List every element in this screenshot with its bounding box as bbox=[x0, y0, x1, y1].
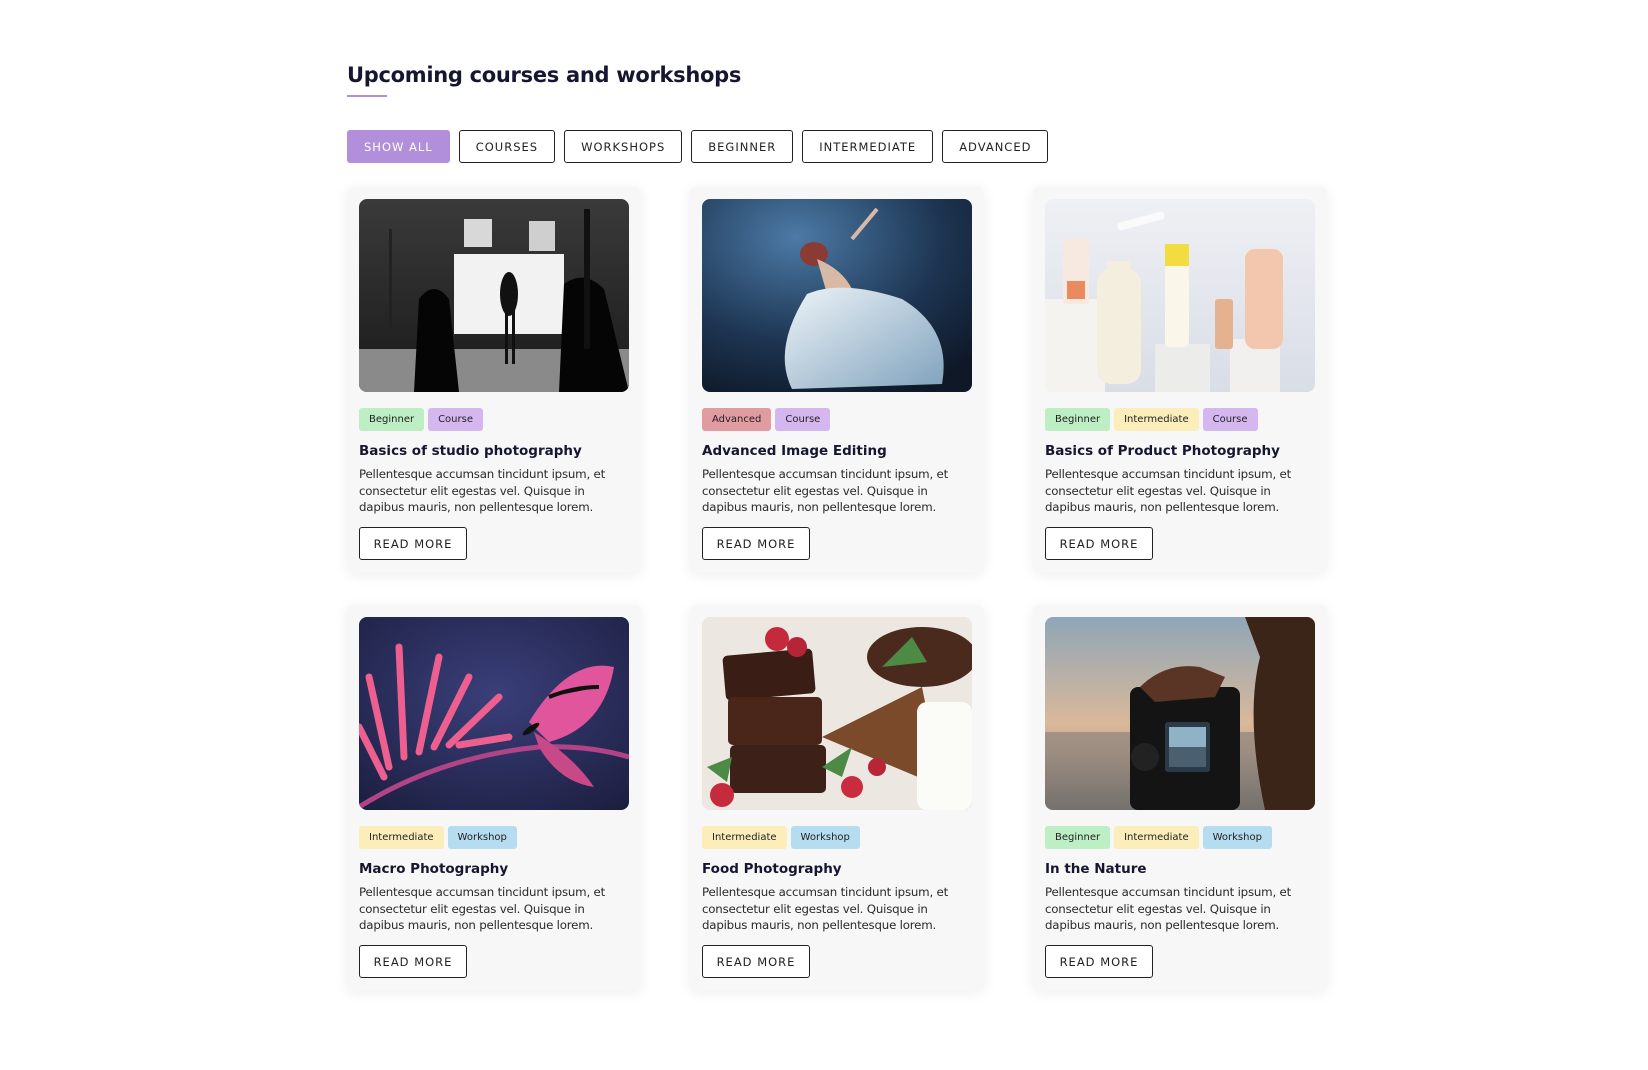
card-description: Pellentesque accumsan tincidunt ipsum, e… bbox=[1045, 885, 1292, 932]
tag-list: Beginner Course bbox=[359, 408, 629, 431]
filter-workshops-button[interactable]: WORKSHOPS bbox=[564, 130, 683, 163]
section-heading: Upcoming courses and workshops bbox=[347, 63, 742, 87]
camera-sunset-photo[interactable] bbox=[1045, 617, 1315, 810]
tag-intermediate: Intermediate bbox=[1114, 408, 1199, 431]
card-title: Advanced Image Editing bbox=[702, 443, 887, 459]
card-title: Basics of studio photography bbox=[359, 443, 582, 459]
tag-list: Advanced Course bbox=[702, 408, 972, 431]
filter-advanced-button[interactable]: ADVANCED bbox=[942, 130, 1049, 163]
filter-intermediate-button[interactable]: INTERMEDIATE bbox=[802, 130, 934, 163]
card-description: Pellentesque accumsan tincidunt ipsum, e… bbox=[702, 467, 949, 514]
tag-workshop: Workshop bbox=[1202, 826, 1272, 849]
card-title: Food Photography bbox=[702, 861, 842, 877]
course-card: Beginner Intermediate Course Basics of P… bbox=[1033, 187, 1327, 573]
read-more-button[interactable]: READ MORE bbox=[359, 945, 467, 978]
card-title: Macro Photography bbox=[359, 861, 509, 877]
tag-list: Intermediate Workshop bbox=[359, 826, 629, 849]
read-more-button[interactable]: READ MORE bbox=[1045, 945, 1153, 978]
card-title: In the Nature bbox=[1045, 861, 1147, 877]
card-description: Pellentesque accumsan tincidunt ipsum, e… bbox=[702, 885, 949, 932]
course-card: Beginner Course Basics of studio photogr… bbox=[347, 187, 641, 573]
course-card: Beginner Intermediate Workshop In the Na… bbox=[1033, 605, 1327, 991]
butterfly-macro-photo[interactable] bbox=[359, 617, 629, 810]
course-card: Intermediate Workshop Food Photography P… bbox=[690, 605, 984, 991]
underwater-dress-photo[interactable] bbox=[702, 199, 972, 392]
tag-course: Course bbox=[428, 408, 483, 431]
brownie-food-photo[interactable] bbox=[702, 617, 972, 810]
tag-list: Beginner Intermediate Course bbox=[1045, 408, 1315, 431]
course-card: Advanced Course Advanced Image Editing P… bbox=[690, 187, 984, 573]
tag-advanced: Advanced bbox=[702, 408, 772, 431]
tag-course: Course bbox=[775, 408, 831, 431]
tag-beginner: Beginner bbox=[1045, 408, 1111, 431]
filter-show-all-button[interactable]: SHOW ALL bbox=[347, 130, 450, 163]
heading-underline bbox=[347, 95, 387, 97]
course-card: Intermediate Workshop Macro Photography … bbox=[347, 605, 641, 991]
filter-courses-button[interactable]: COURSES bbox=[458, 130, 556, 163]
filter-bar: SHOW ALL COURSES WORKSHOPS BEGINNER INTE… bbox=[347, 130, 1049, 163]
card-description: Pellentesque accumsan tincidunt ipsum, e… bbox=[359, 467, 606, 514]
cosmetic-products-photo[interactable] bbox=[1045, 199, 1315, 392]
tag-list: Intermediate Workshop bbox=[702, 826, 972, 849]
read-more-button[interactable]: READ MORE bbox=[359, 527, 467, 560]
read-more-button[interactable]: READ MORE bbox=[1045, 527, 1153, 560]
tag-beginner: Beginner bbox=[359, 408, 425, 431]
tag-beginner: Beginner bbox=[1045, 826, 1111, 849]
tag-workshop: Workshop bbox=[790, 826, 860, 849]
card-title: Basics of Product Photography bbox=[1045, 443, 1280, 459]
studio-photography-photo[interactable] bbox=[359, 199, 629, 392]
read-more-button[interactable]: READ MORE bbox=[702, 527, 810, 560]
tag-intermediate: Intermediate bbox=[1114, 826, 1199, 849]
tag-list: Beginner Intermediate Workshop bbox=[1045, 826, 1315, 849]
filter-beginner-button[interactable]: BEGINNER bbox=[691, 130, 794, 163]
card-description: Pellentesque accumsan tincidunt ipsum, e… bbox=[1045, 467, 1292, 514]
read-more-button[interactable]: READ MORE bbox=[702, 945, 810, 978]
tag-intermediate: Intermediate bbox=[359, 826, 444, 849]
course-grid: Beginner Course Basics of studio photogr… bbox=[347, 187, 1327, 991]
tag-workshop: Workshop bbox=[447, 826, 517, 849]
card-description: Pellentesque accumsan tincidunt ipsum, e… bbox=[359, 885, 606, 932]
tag-intermediate: Intermediate bbox=[702, 826, 787, 849]
tag-course: Course bbox=[1202, 408, 1258, 431]
